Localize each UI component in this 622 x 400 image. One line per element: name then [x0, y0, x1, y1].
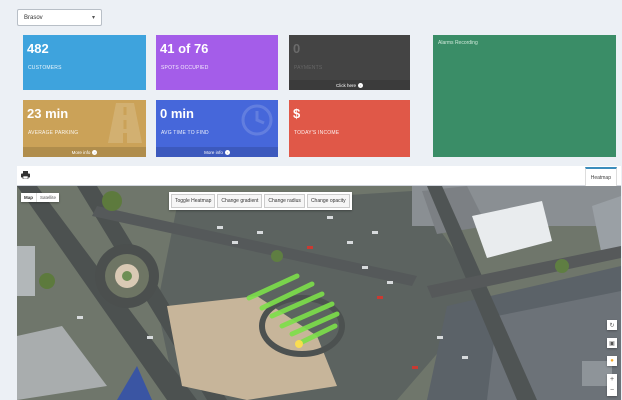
satellite-imagery — [17, 186, 621, 400]
map-box-header: Heatmap — [17, 166, 621, 186]
tile-avg-time-to-find: 0 min AVG TIME TO FIND More info › — [156, 100, 278, 157]
pegman-icon[interactable]: ● — [607, 356, 617, 366]
tile-label: CUSTOMERS — [28, 65, 62, 71]
tile-label: AVERAGE PARKING — [28, 130, 79, 136]
change-gradient-button[interactable]: Change gradient — [217, 194, 263, 208]
tab-heatmap[interactable]: Heatmap — [584, 167, 617, 186]
change-radius-button[interactable]: Change radius — [264, 194, 305, 208]
tile-payments: 0 PAYMENTS Click here › — [289, 35, 410, 90]
tile-value: $ — [293, 106, 301, 121]
tile-footer-text: More info — [204, 149, 223, 155]
tile-label: SPOTS OCCUPIED — [161, 65, 209, 71]
camera-icon[interactable]: ▣ — [607, 338, 617, 348]
arrow-circle-right-icon: › — [92, 149, 98, 155]
arrow-circle-right-icon: › — [358, 82, 363, 88]
tile-footer-text: More info — [71, 149, 91, 155]
heatmap-map[interactable]: Map Satellite Toggle Heatmap Change grad… — [17, 186, 621, 400]
change-opacity-button[interactable]: Change opacity — [306, 194, 350, 208]
print-icon[interactable] — [21, 171, 30, 179]
clock-icon — [241, 104, 273, 136]
tile-value: 23 min — [27, 106, 69, 121]
tile-label: PAYMENTS — [294, 65, 323, 71]
map-type-switch: Map Satellite — [21, 193, 60, 202]
alarms-panel-title: Alarms Recording — [438, 40, 478, 46]
tile-footer-link[interactable]: Click here › — [289, 80, 410, 90]
tile-label: AVG TIME TO FIND — [161, 130, 209, 136]
tile-footer-link[interactable]: More info › — [23, 147, 146, 157]
zoom-controls: + − — [607, 374, 617, 396]
zoom-in-button[interactable]: + — [607, 374, 617, 385]
tile-value: 41 of 76 — [160, 41, 209, 56]
tile-footer-link[interactable]: More info › — [156, 147, 278, 157]
heatmap-controls: Toggle Heatmap Change gradient Change ra… — [169, 192, 352, 210]
tile-footer-text: Click here — [335, 82, 356, 88]
zoom-out-button[interactable]: − — [607, 385, 617, 396]
alarms-panel: Alarms Recording — [433, 35, 616, 157]
arrow-circle-right-icon: › — [224, 149, 230, 155]
tile-spots-occupied: 41 of 76 SPOTS OCCUPIED — [156, 35, 278, 90]
tile-todays-income: $ TODAY'S INCOME — [289, 100, 410, 157]
tile-value: 0 min — [160, 106, 194, 121]
map-type-map[interactable]: Map — [21, 193, 36, 202]
tile-value: 0 — [293, 41, 301, 56]
tile-label: TODAY'S INCOME — [294, 130, 340, 136]
city-select-value: Brasov — [24, 14, 43, 21]
tile-customers: 482 CUSTOMERS — [23, 35, 146, 90]
tile-value: 482 — [27, 41, 49, 56]
toggle-heatmap-button[interactable]: Toggle Heatmap — [171, 194, 216, 208]
chevron-down-icon: ▾ — [91, 15, 95, 21]
map-type-satellite[interactable]: Satellite — [36, 193, 59, 202]
tile-average-parking: 23 min AVERAGE PARKING More info › — [23, 100, 146, 157]
city-select[interactable]: Brasov ▾ — [17, 9, 102, 26]
road-icon — [108, 103, 142, 143]
rotate-icon[interactable]: ↻ — [607, 320, 617, 330]
